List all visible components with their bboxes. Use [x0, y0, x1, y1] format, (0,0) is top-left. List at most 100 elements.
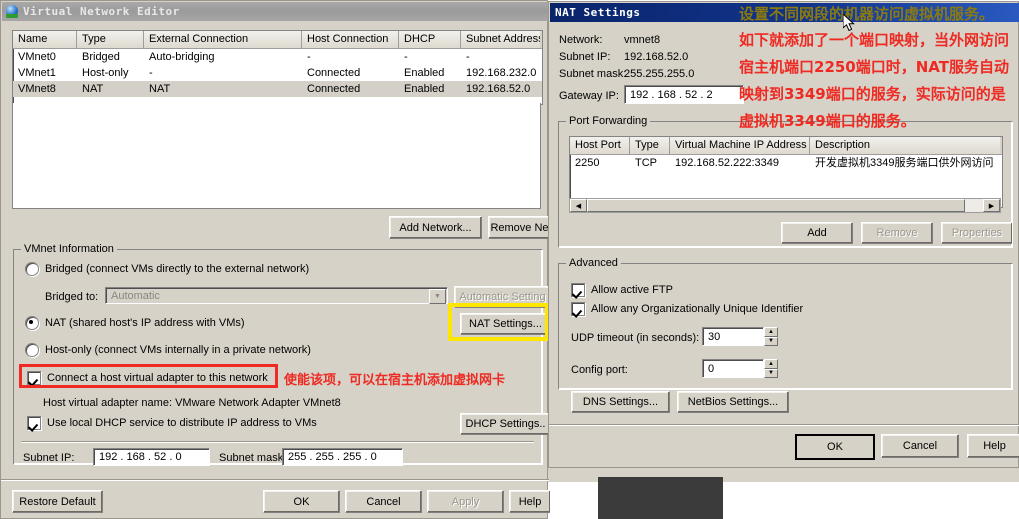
cell-type: NAT: [82, 83, 104, 95]
bridged-to-select[interactable]: Automatic ▼: [105, 287, 448, 304]
allow-active-ftp-checkbox[interactable]: [571, 283, 585, 297]
column-header-subnet-address[interactable]: Subnet Address: [461, 31, 540, 48]
cell-type: Bridged: [82, 51, 120, 63]
nat-gateway-ip-label: Gateway IP:: [559, 90, 619, 102]
remove-port-forward-button[interactable]: Remove: [861, 222, 933, 244]
table-row[interactable]: VMnet8 NAT NAT Connected Enabled 192.168…: [13, 81, 542, 97]
network-list-header: Name Type External Connection Host Conne…: [13, 31, 542, 49]
config-port-input[interactable]: 0: [702, 359, 764, 378]
cell-external: Auto-bridging: [149, 51, 215, 63]
table-row[interactable]: VMnet1 Host-only - Connected Enabled 192…: [13, 65, 542, 81]
dns-settings-button[interactable]: DNS Settings...: [571, 391, 670, 413]
annotation-red-line-2: 宿主机端口2250端口时，NAT服务自动: [739, 58, 1009, 76]
remove-network-button[interactable]: Remove Ne: [488, 216, 550, 239]
spin-up-icon[interactable]: ▲: [764, 359, 778, 369]
allow-active-ftp-row[interactable]: Allow active FTP: [571, 283, 673, 297]
cell-host: -: [307, 51, 311, 63]
column-header-host-port[interactable]: Host Port: [570, 137, 630, 154]
column-header-external-connection[interactable]: External Connection: [144, 31, 302, 48]
config-port-value: 0: [708, 362, 715, 375]
cell-dhcp: Enabled: [404, 67, 445, 79]
advanced-title: Advanced: [566, 257, 621, 269]
udp-timeout-spin-buttons[interactable]: ▲ ▼: [764, 327, 778, 346]
gateway-ip-value: 192 . 168 . 52 . 2: [630, 88, 713, 101]
netbios-settings-button[interactable]: NetBios Settings...: [677, 391, 789, 413]
scroll-right-arrow-icon[interactable]: ▶: [983, 199, 1000, 212]
bridged-radio[interactable]: [25, 262, 39, 276]
spin-down-icon[interactable]: ▼: [764, 368, 778, 378]
table-row[interactable]: VMnet0 Bridged Auto-bridging - - -: [13, 49, 542, 65]
hostonly-radio[interactable]: [25, 343, 39, 357]
nat-label: NAT (shared host's IP address with VMs): [45, 317, 245, 329]
dhcp-service-checkbox[interactable]: [27, 416, 41, 430]
udp-timeout-input[interactable]: 30: [702, 327, 764, 346]
subnet-ip-value: 192 . 168 . 52 . 0: [99, 451, 182, 463]
cancel-button[interactable]: Cancel: [345, 490, 422, 513]
allow-oui-row[interactable]: Allow any Organizationally Unique Identi…: [571, 302, 803, 316]
gateway-ip-input[interactable]: 192 . 168 . 52 . 2: [624, 85, 744, 104]
nat-help-button[interactable]: Help: [967, 434, 1019, 458]
add-port-forward-button[interactable]: Add: [781, 222, 853, 244]
udp-timeout-stepper[interactable]: 30 ▲ ▼: [702, 327, 778, 346]
udp-timeout-label: UDP timeout (in seconds):: [571, 332, 700, 344]
scrollbar-track[interactable]: [965, 199, 983, 212]
nat-ok-button[interactable]: OK: [795, 434, 875, 460]
subnet-ip-input[interactable]: 192 . 168 . 52 . 0: [93, 448, 210, 466]
cell-subnet: -: [466, 51, 470, 63]
config-port-label: Config port:: [571, 364, 628, 376]
nat-radio[interactable]: [25, 316, 39, 330]
mouse-cursor-icon: [843, 14, 855, 32]
hostonly-radio-row[interactable]: Host-only (connect VMs internally in a p…: [25, 343, 311, 357]
scrollbar-thumb[interactable]: [587, 199, 965, 212]
ok-button[interactable]: OK: [263, 490, 340, 513]
bridged-to-value: Automatic: [111, 289, 160, 302]
cell-vm-ip: 192.168.52.222:3349: [675, 157, 779, 169]
nat-radio-row[interactable]: NAT (shared host's IP address with VMs): [25, 316, 245, 330]
port-forwarding-hscrollbar[interactable]: ◀ ▶: [569, 198, 1001, 213]
dhcp-settings-button[interactable]: DHCP Settings..: [460, 413, 550, 435]
annotation-red-line-1: 如下就添加了一个端口映射，当外网访问: [739, 31, 1010, 49]
table-row[interactable]: 2250 TCP 192.168.52.222:3349 开发虚拟机3349服务…: [570, 155, 1002, 171]
add-network-button[interactable]: Add Network...: [389, 216, 482, 239]
nat-cancel-button[interactable]: Cancel: [881, 434, 959, 458]
help-button[interactable]: Help: [509, 490, 550, 513]
cell-name: VMnet0: [18, 51, 56, 63]
network-list-view[interactable]: Name Type External Connection Host Conne…: [12, 30, 543, 105]
spin-down-icon[interactable]: ▼: [764, 336, 778, 346]
dhcp-service-row[interactable]: Use local DHCP service to distribute IP …: [27, 416, 317, 430]
cell-external: -: [149, 67, 153, 79]
column-header-host-connection[interactable]: Host Connection: [302, 31, 399, 48]
bridged-radio-row[interactable]: Bridged (connect VMs directly to the ext…: [25, 262, 309, 276]
column-header-type[interactable]: Type: [630, 137, 670, 154]
chevron-down-icon[interactable]: ▼: [429, 289, 446, 304]
dhcp-service-label: Use local DHCP service to distribute IP …: [47, 417, 317, 429]
nat-network-value: vmnet8: [624, 34, 661, 46]
properties-port-forward-button[interactable]: Properties: [941, 222, 1012, 244]
network-list-empty-area[interactable]: [12, 103, 541, 209]
column-header-description[interactable]: Description: [810, 137, 1000, 154]
cell-subnet: 192.168.52.0: [466, 83, 531, 95]
nat-title-text: NAT Settings: [555, 6, 641, 19]
spin-up-icon[interactable]: ▲: [764, 327, 778, 337]
annotation-red-line-3: 映射到3349端口的服务，实际访问的是: [739, 85, 1006, 103]
port-forwarding-header: Host Port Type Virtual Machine IP Addres…: [570, 137, 1002, 155]
editor-title-bar[interactable]: Virtual Network Editor: [2, 2, 548, 21]
restore-default-button[interactable]: Restore Default: [12, 490, 103, 513]
nat-subnet-ip-value: 192.168.52.0: [624, 51, 689, 63]
allow-oui-checkbox[interactable]: [571, 302, 585, 316]
subnet-mask-input[interactable]: 255 . 255 . 255 . 0: [282, 448, 403, 466]
vmware-globe-icon: [5, 4, 19, 19]
config-port-stepper[interactable]: 0 ▲ ▼: [702, 359, 778, 378]
scroll-left-arrow-icon[interactable]: ◀: [570, 199, 587, 212]
column-header-type[interactable]: Type: [77, 31, 144, 48]
config-port-spin-buttons[interactable]: ▲ ▼: [764, 359, 778, 378]
column-header-vm-ip-address[interactable]: Virtual Machine IP Address: [670, 137, 810, 154]
column-header-name[interactable]: Name: [13, 31, 77, 48]
udp-timeout-value: 30: [708, 330, 721, 343]
cell-external: NAT: [149, 83, 171, 95]
apply-button[interactable]: Apply: [427, 490, 504, 513]
nat-network-label: Network:: [559, 34, 603, 46]
annotation-olive-line: 设置不同网段的机器访问虚拟机服务。: [739, 5, 995, 23]
cell-host: Connected: [307, 83, 361, 95]
column-header-dhcp[interactable]: DHCP: [399, 31, 461, 48]
